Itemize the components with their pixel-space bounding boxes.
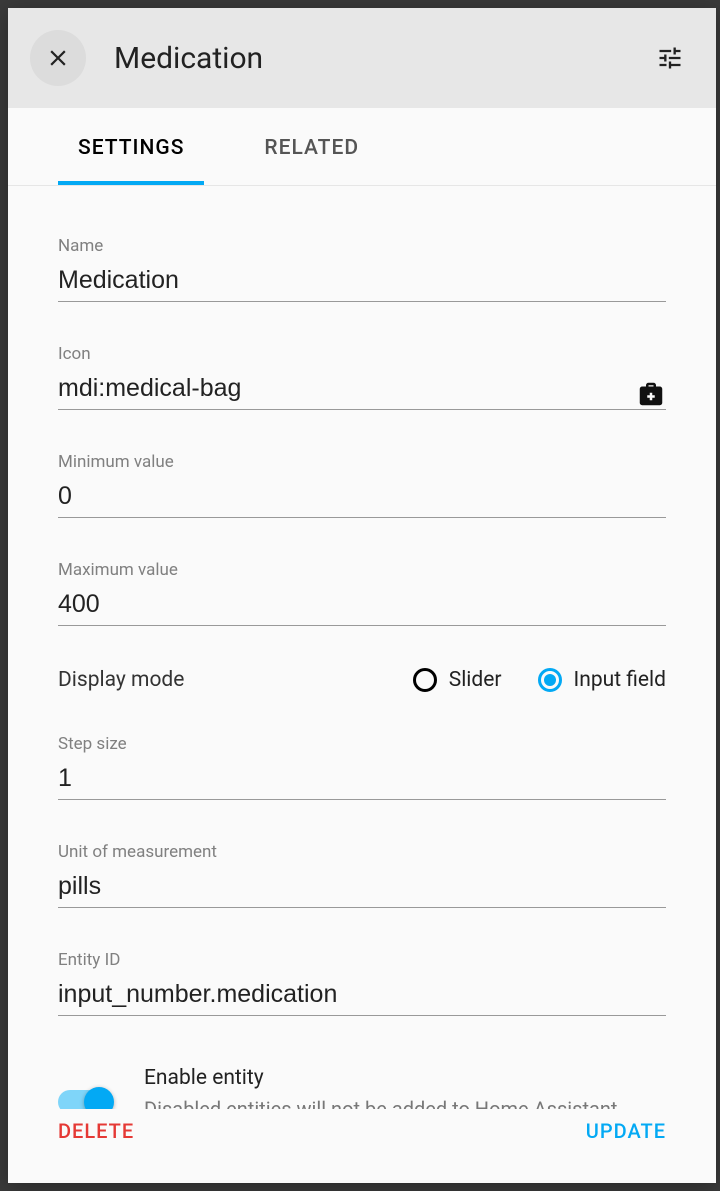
settings-button[interactable] [646,34,694,82]
display-mode-radio-group: Slider Input field [413,668,666,692]
field-max: Maximum value [58,560,666,626]
field-min: Minimum value [58,452,666,518]
unit-input[interactable] [58,868,666,908]
step-input[interactable] [58,760,666,800]
field-display-mode: Display mode Slider Input field [58,668,666,692]
name-input[interactable] [58,262,666,302]
display-mode-label: Display mode [58,668,413,692]
enable-entity-toggle[interactable] [58,1090,110,1109]
radio-slider-label: Slider [449,668,502,692]
unit-label: Unit of measurement [58,842,666,862]
tabs: SETTINGS RELATED [8,108,716,186]
content: Name Icon Minimum value Maximum value [8,186,716,1109]
field-icon: Icon [58,344,666,410]
icon-input[interactable] [58,370,624,409]
radio-input-field[interactable]: Input field [538,668,666,692]
page-title: Medication [114,41,646,76]
close-button[interactable] [30,30,86,86]
field-step: Step size [58,734,666,800]
delete-button[interactable]: DELETE [50,1109,142,1153]
enable-entity-description: Disabled entities will not be added to H… [144,1094,666,1109]
radio-slider[interactable]: Slider [413,668,502,692]
entity-id-input[interactable] [58,976,666,1016]
update-button[interactable]: UPDATE [578,1109,674,1153]
min-label: Minimum value [58,452,666,472]
tab-settings[interactable]: SETTINGS [58,108,204,185]
tune-icon [656,44,684,72]
max-label: Maximum value [58,560,666,580]
enable-entity-text: Enable entity Disabled entities will not… [144,1066,666,1109]
entity-id-label: Entity ID [58,950,666,970]
icon-label: Icon [58,344,666,364]
field-unit: Unit of measurement [58,842,666,908]
medical-bag-icon [636,379,666,413]
field-entity-id: Entity ID [58,950,666,1016]
dialog: Medication SETTINGS RELATED Name Icon [8,8,716,1183]
enable-entity-row: Enable entity Disabled entities will not… [58,1058,666,1109]
field-name: Name [58,236,666,302]
step-label: Step size [58,734,666,754]
max-input[interactable] [58,586,666,626]
top-bar: Medication [8,8,716,108]
enable-entity-title: Enable entity [144,1066,666,1090]
tab-related[interactable]: RELATED [244,108,379,185]
name-label: Name [58,236,666,256]
radio-input-field-label: Input field [574,668,666,692]
radio-circle-checked-icon [538,668,562,692]
radio-circle-icon [413,668,437,692]
close-icon [45,45,71,71]
min-input[interactable] [58,478,666,518]
toggle-thumb-icon [84,1087,114,1109]
footer: DELETE UPDATE [8,1109,716,1183]
